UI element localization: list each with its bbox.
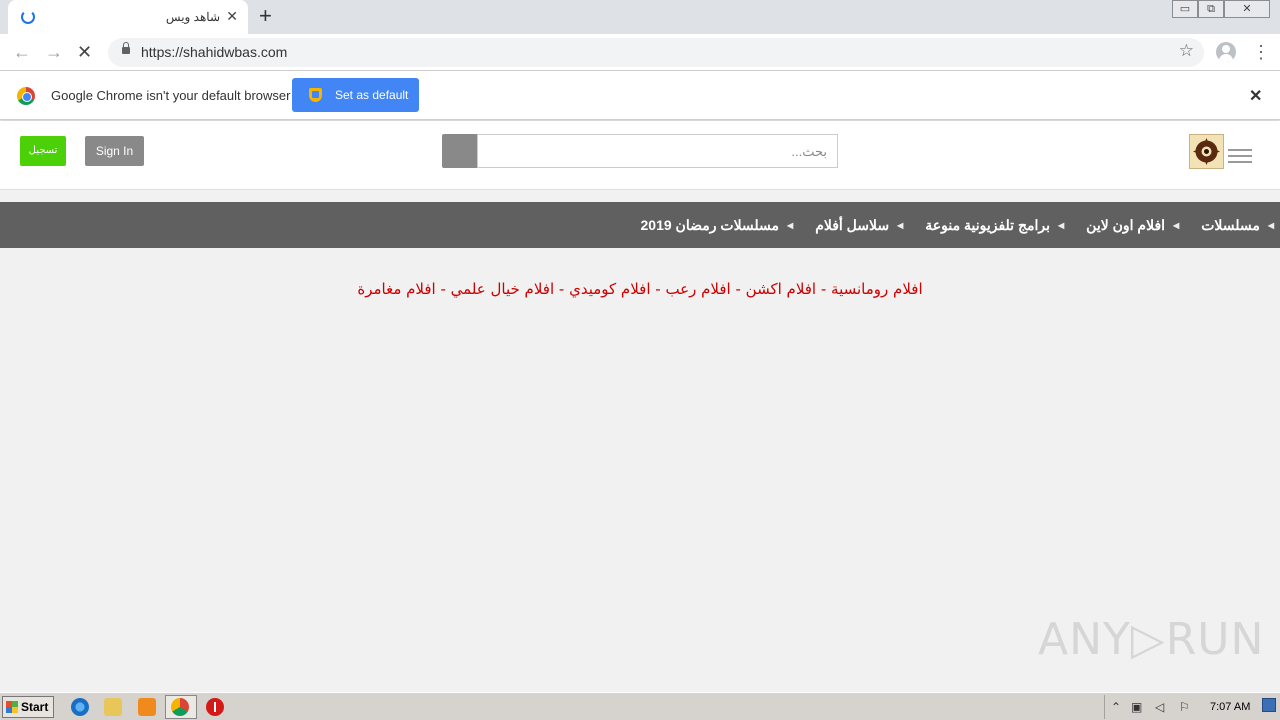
browser-tab[interactable]: شاهد ويس ✕ xyxy=(8,0,248,34)
site-logo[interactable] xyxy=(1189,134,1224,169)
start-button[interactable]: Start xyxy=(2,696,54,718)
caret-left-icon: ◀ xyxy=(897,220,904,230)
window-close-button[interactable]: ✕ xyxy=(1224,0,1270,18)
infobar-close-icon[interactable]: ✕ xyxy=(1249,86,1262,106)
caret-left-icon: ◀ xyxy=(1173,220,1180,230)
tab-strip: شاهد ويس ✕ + ▭ ⧉ ✕ xyxy=(0,0,1280,34)
set-as-default-button[interactable]: Set as default xyxy=(292,78,419,112)
anyrun-watermark: ANY▷RUN xyxy=(1038,608,1263,672)
nav-item-ramadan-series[interactable]: ◀ مسلسلات رمضان 2019 xyxy=(641,217,794,234)
chrome-icon[interactable] xyxy=(171,698,189,716)
volume-icon[interactable]: ◁ xyxy=(1155,700,1164,714)
caret-left-icon: ◀ xyxy=(1267,220,1274,230)
logo-emblem-icon xyxy=(1193,138,1220,165)
start-label: Start xyxy=(21,700,49,714)
windows-taskbar: Start ⌃ ▣ ◁ ⚐ 7:07 AM xyxy=(0,692,1280,720)
sign-in-button[interactable]: Sign In xyxy=(85,136,144,166)
genre-links[interactable]: افلام رومانسية - افلام اكشن - افلام رعب … xyxy=(0,280,1280,298)
stop-loading-icon[interactable]: ✕ xyxy=(77,41,92,63)
windows-logo-icon xyxy=(6,701,18,713)
set-as-default-label: Set as default xyxy=(335,88,409,102)
caret-left-icon: ◀ xyxy=(1058,220,1065,230)
nav-item-label: برامج تلفزيونية منوعة xyxy=(925,216,1051,233)
hamburger-menu-icon[interactable] xyxy=(1228,149,1252,167)
default-browser-infobar: Google Chrome isn't your default browser… xyxy=(0,71,1280,120)
new-tab-button[interactable]: + xyxy=(259,4,272,28)
file-explorer-icon[interactable] xyxy=(104,698,122,716)
window-controls: ▭ ⧉ ✕ xyxy=(1172,0,1270,18)
search-submit-button[interactable] xyxy=(442,134,478,168)
chrome-logo-icon xyxy=(17,87,35,105)
chrome-menu-icon[interactable]: ⋮ xyxy=(1252,41,1270,63)
caret-left-icon: ◀ xyxy=(787,220,794,230)
nav-item-label: مسلسلات رمضان 2019 xyxy=(640,216,780,233)
nav-item-movie-series[interactable]: ◀ سلاسل أفلام xyxy=(815,217,903,234)
bookmark-star-icon[interactable]: ☆ xyxy=(1179,41,1194,61)
clock[interactable]: 7:07 AM xyxy=(1210,701,1250,713)
shield-icon xyxy=(309,88,322,102)
forward-arrow-icon[interactable]: → xyxy=(45,41,63,63)
tray-expand-icon[interactable]: ⌃ xyxy=(1111,700,1121,714)
internet-explorer-icon[interactable] xyxy=(71,698,89,716)
restore-button[interactable]: ⧉ xyxy=(1198,0,1224,18)
media-player-icon[interactable] xyxy=(138,698,156,716)
action-center-flag-icon[interactable]: ⚐ xyxy=(1179,700,1190,714)
system-tray: ⌃ ▣ ◁ ⚐ xyxy=(1104,695,1280,719)
show-desktop-button[interactable] xyxy=(1262,698,1276,712)
site-header: تسجيل Sign In xyxy=(0,121,1280,190)
search-input[interactable] xyxy=(477,134,838,168)
nav-item-label: افلام اون لاين xyxy=(1086,216,1166,233)
register-button[interactable]: تسجيل xyxy=(20,136,66,166)
infobar-message: Google Chrome isn't your default browser xyxy=(51,88,291,103)
lock-icon xyxy=(122,42,130,54)
back-arrow-icon[interactable]: ← xyxy=(13,41,31,63)
main-nav: ◀ مسلسلات ◀ افلام اون لاين ◀ برامج تلفزي… xyxy=(0,202,1280,248)
watermark-text: ANY▷RUN xyxy=(1038,614,1265,665)
nav-item-label: سلاسل أفلام xyxy=(815,216,890,233)
network-icon[interactable]: ▣ xyxy=(1131,700,1142,714)
address-bar[interactable]: https://shahidwbas.com ☆ xyxy=(108,38,1204,67)
nav-item-tv-programs[interactable]: ◀ برامج تلفزيونية منوعة xyxy=(925,217,1064,234)
stop-sign-icon[interactable] xyxy=(206,698,224,716)
nav-item-series[interactable]: ◀ مسلسلات xyxy=(1201,217,1274,234)
browser-toolbar: ← → ✕ https://shahidwbas.com ☆ ⋮ xyxy=(0,34,1280,71)
url-text[interactable]: https://shahidwbas.com xyxy=(141,44,287,60)
minimize-button[interactable]: ▭ xyxy=(1172,0,1198,18)
loading-spinner-icon xyxy=(21,10,35,24)
profile-avatar-icon[interactable] xyxy=(1216,42,1236,62)
tab-close-icon[interactable]: ✕ xyxy=(226,8,238,24)
tab-title: شاهد ويس xyxy=(165,10,220,24)
nav-item-label: مسلسلات xyxy=(1201,216,1260,233)
nav-item-online-movies[interactable]: ◀ افلام اون لاين xyxy=(1086,217,1179,234)
